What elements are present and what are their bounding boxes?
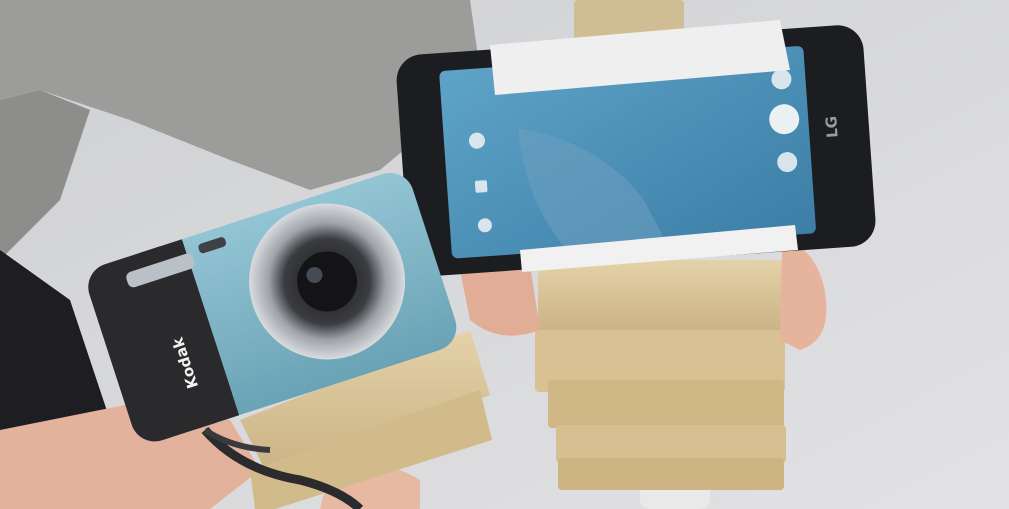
- right-wood-stack: [535, 260, 786, 490]
- mode-icon: [474, 180, 488, 193]
- scene-illustration: LG Kodak: [0, 0, 1009, 509]
- phone-brand-label: LG: [822, 115, 841, 138]
- photo-scene: LG Kodak: [0, 0, 1009, 509]
